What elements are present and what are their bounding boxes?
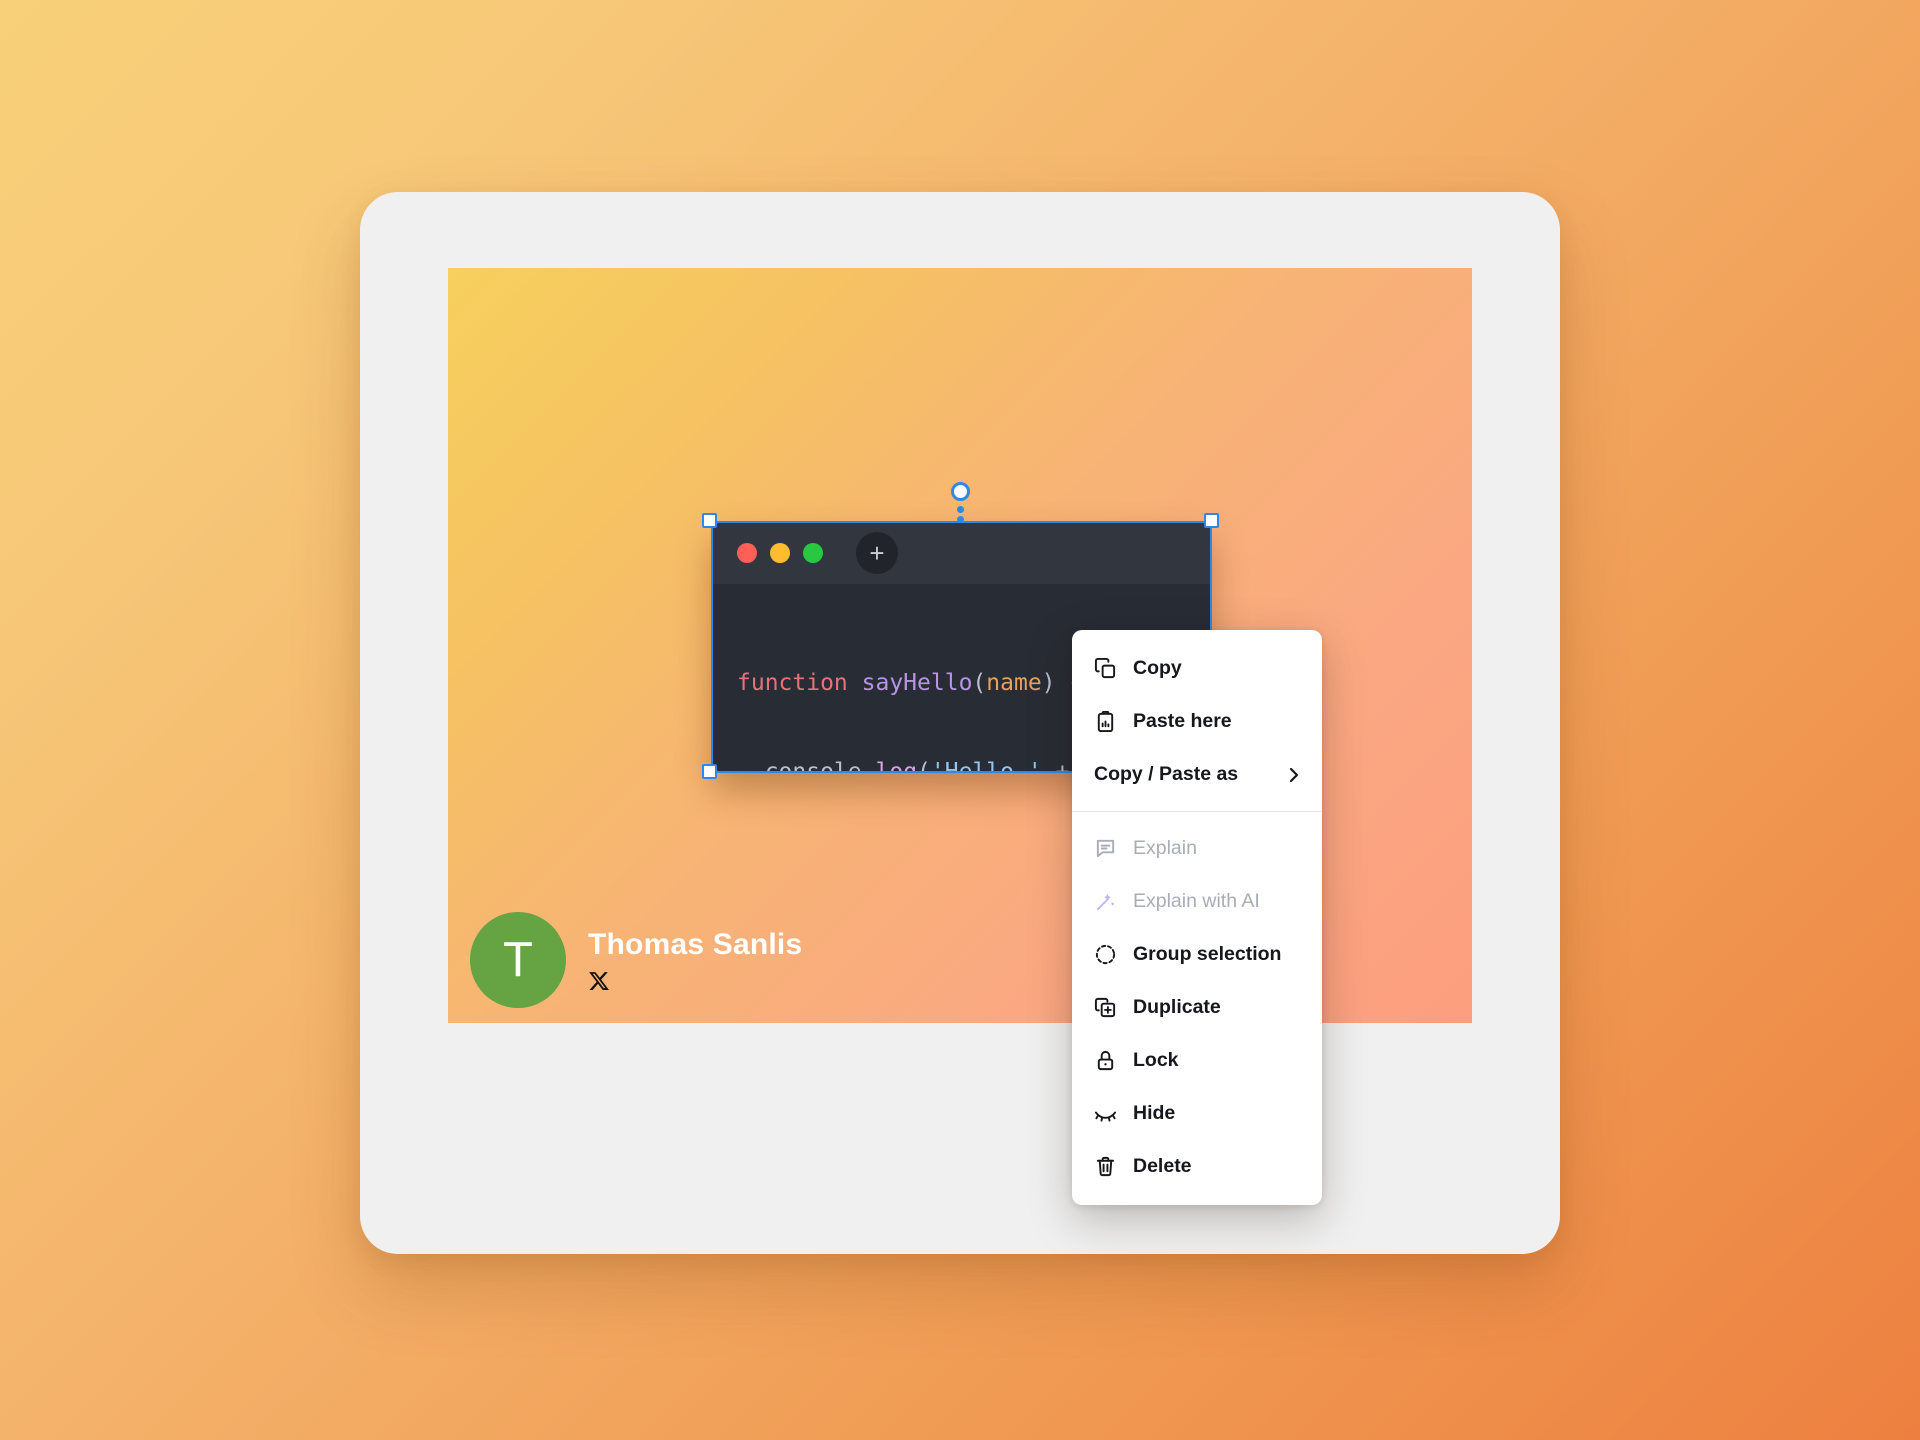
- menu-item-label: Group selection: [1133, 943, 1282, 965]
- menu-item-label: Explain with AI: [1133, 890, 1260, 912]
- avatar: T: [470, 912, 566, 1008]
- menu-item-copy-paste-as[interactable]: Copy / Paste as: [1072, 748, 1322, 801]
- menu-item-explain-with-ai: Explain with AI: [1072, 875, 1322, 928]
- code-token-indent: [737, 759, 765, 773]
- code-token-keyword: function: [737, 670, 848, 697]
- eye-closed-icon: [1094, 1102, 1117, 1125]
- menu-item-label: Paste here: [1133, 710, 1232, 732]
- code-token-param: name: [986, 670, 1042, 697]
- author-block: T Thomas Sanlis: [470, 912, 802, 1008]
- menu-item-hide[interactable]: Hide: [1072, 1087, 1322, 1140]
- x-twitter-icon: [588, 970, 610, 992]
- maximize-window-button[interactable]: [803, 542, 823, 563]
- code-token-paren2: (: [917, 759, 931, 773]
- new-tab-button[interactable]: +: [856, 531, 898, 574]
- minimize-window-button[interactable]: [770, 542, 790, 563]
- menu-item-duplicate[interactable]: Duplicate: [1072, 981, 1322, 1034]
- menu-item-label: Delete: [1133, 1155, 1192, 1177]
- magic-wand-icon: [1094, 890, 1117, 913]
- menu-item-label: Copy: [1133, 657, 1182, 679]
- dashed-circle-icon: [1094, 943, 1117, 966]
- code-token-string: 'Hello ': [930, 759, 1042, 773]
- code-token-paren: (: [972, 670, 987, 697]
- clipboard-paste-icon: [1094, 710, 1117, 733]
- lock-icon: [1094, 1049, 1117, 1072]
- menu-item-label: Copy / Paste as: [1094, 763, 1239, 785]
- context-menu: Copy Paste here Copy / Paste as Explain …: [1072, 630, 1322, 1205]
- menu-item-label: Duplicate: [1133, 996, 1221, 1018]
- menu-item-copy[interactable]: Copy: [1072, 642, 1322, 695]
- menu-item-group-selection[interactable]: Group selection: [1072, 928, 1322, 981]
- author-meta: Thomas Sanlis: [588, 928, 802, 992]
- menu-item-label: Hide: [1133, 1102, 1176, 1124]
- code-token-method: log: [875, 759, 918, 773]
- speech-bubble-icon: [1094, 837, 1117, 860]
- trash-icon: [1094, 1155, 1117, 1178]
- close-window-button[interactable]: [737, 542, 757, 563]
- menu-item-delete[interactable]: Delete: [1072, 1140, 1322, 1193]
- menu-item-label: Explain: [1133, 837, 1197, 859]
- code-token-dot: .: [861, 759, 876, 773]
- window-titlebar: +: [711, 521, 1212, 584]
- code-token-function-name: sayHello: [861, 670, 973, 697]
- author-name: Thomas Sanlis: [588, 928, 803, 961]
- duplicate-icon: [1094, 996, 1117, 1019]
- avatar-initial: T: [503, 933, 533, 987]
- menu-item-paste-here[interactable]: Paste here: [1072, 695, 1322, 748]
- chevron-right-icon: [1288, 766, 1300, 784]
- copy-icon: [1094, 657, 1117, 680]
- menu-item-label: Lock: [1133, 1049, 1179, 1071]
- menu-item-explain: Explain: [1072, 822, 1322, 875]
- menu-divider: [1072, 811, 1322, 812]
- code-token-object: console: [764, 759, 862, 773]
- menu-item-lock[interactable]: Lock: [1072, 1034, 1322, 1087]
- plus-icon: +: [869, 537, 885, 568]
